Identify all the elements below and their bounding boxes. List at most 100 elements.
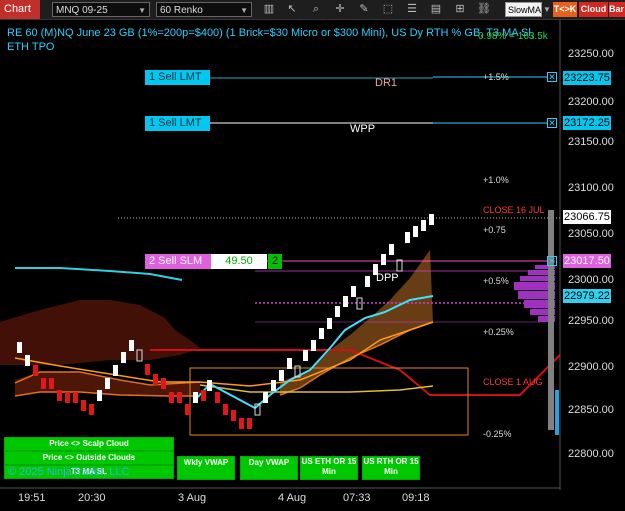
zoom-icon[interactable]: ⌕ — [309, 2, 323, 17]
renko-brick — [65, 392, 70, 403]
cancel-order-1-icon[interactable]: ✕ — [547, 72, 557, 82]
renko-brick — [169, 392, 174, 403]
close16-label: CLOSE 16 JUL — [483, 205, 545, 215]
renko-brick — [429, 214, 434, 225]
wpp-label: WPP — [350, 123, 376, 135]
renko-brick — [351, 286, 356, 297]
minus025-label: -0.25% — [483, 429, 512, 439]
stop-price-tag: 23017.50 — [563, 254, 611, 268]
renko-brick — [129, 340, 134, 351]
chart-subtitle: ETH TPO — [7, 41, 55, 53]
dr1-label: DR1 — [375, 77, 398, 89]
renko-brick — [113, 365, 118, 376]
stop-order-value[interactable]: 49.50 — [211, 254, 267, 269]
chart-title: RE 60 (M)NQ June 23 GB (1%=200p=$400) (1… — [7, 27, 534, 39]
bar-type-value: 60 Renko — [160, 5, 203, 16]
price-axis-label: 23050.00 — [568, 228, 614, 240]
bar-type-selector[interactable]: 60 Renko ▼ — [156, 2, 252, 17]
plus15-label: +1.5% — [483, 72, 509, 82]
chevron-down-icon: ▼ — [240, 6, 248, 15]
order-price-tag-1: 23223.75 — [563, 71, 611, 85]
renko-brick — [311, 340, 316, 351]
renko-brick — [33, 365, 38, 376]
cancel-order-3-icon[interactable]: ✕ — [547, 256, 557, 266]
renko-brick — [231, 410, 236, 421]
instrument-selector[interactable]: MNQ 09-25 ▼ — [52, 2, 150, 17]
tpo-range-box — [189, 367, 469, 436]
renko-brick — [161, 378, 166, 389]
pointer-icon[interactable]: ↖ — [285, 2, 299, 17]
crosshair-icon[interactable]: ✛ — [333, 2, 347, 17]
renko-brick — [17, 342, 22, 353]
strategies-icon[interactable]: ⊞ — [453, 2, 467, 17]
renko-brick — [319, 328, 324, 339]
renko-brick — [327, 318, 332, 329]
renko-brick — [421, 220, 426, 231]
bar-chart-icon[interactable]: ▥ — [262, 2, 276, 17]
renko-brick — [177, 392, 182, 403]
time-axis-label: 4 Aug — [278, 492, 307, 504]
price-axis-label: 23000.00 — [568, 274, 614, 286]
renko-brick — [279, 370, 284, 381]
indicator-selector[interactable]: SlowMA — [505, 2, 542, 17]
data-box-icon[interactable]: ▤ — [429, 2, 443, 17]
renko-brick — [49, 378, 54, 389]
renko-brick — [81, 400, 86, 411]
cancel-order-2-icon[interactable]: ✕ — [547, 118, 557, 128]
price-axis-label: 23250.00 — [568, 48, 614, 60]
renko-brick — [57, 390, 62, 401]
price-outside-clouds-button[interactable]: Price <> Outside Clouds — [4, 451, 174, 465]
drawing-tools-icon[interactable]: ⬚ — [381, 2, 395, 17]
volume-bar-blue — [555, 390, 559, 435]
wkly-vwap-button[interactable]: Wkly VWAP — [177, 456, 235, 480]
vwap-price-tag: 22979.22 — [563, 289, 611, 303]
price-axis-label: 22950.00 — [568, 315, 614, 327]
renko-brick — [89, 404, 94, 415]
sell-stop-order[interactable]: 2 Sell SLM — [145, 254, 211, 269]
close1-label: CLOSE 1 AUG — [483, 377, 543, 387]
us-rth-or-button[interactable]: US RTH OR 15 Min — [362, 456, 420, 480]
renko-brick — [365, 276, 370, 287]
time-axis-label: 3 Aug — [178, 492, 207, 504]
renko-brick — [389, 244, 394, 255]
stop-order-qty[interactable]: 2 — [268, 254, 282, 269]
time-axis-label: 09:18 — [402, 492, 430, 504]
sell-limit-order-2[interactable]: 1 Sell LMT — [145, 116, 210, 131]
cloud-toggle-button[interactable]: Cloud — [579, 2, 608, 17]
price-axis-label: 22850.00 — [568, 404, 614, 416]
renko-brick — [263, 392, 268, 403]
us-eth-or-button[interactable]: US ETH OR 15 Min — [300, 456, 358, 480]
renko-brick — [381, 254, 386, 265]
properties-icon[interactable]: ☰ — [405, 2, 419, 17]
renko-brick — [153, 374, 158, 385]
instrument-value: MNQ 09-25 — [56, 5, 108, 16]
renko-brick — [239, 418, 244, 429]
price-axis-label: 23150.00 — [568, 136, 614, 148]
chevron-down-icon[interactable]: ▼ — [543, 2, 551, 17]
day-vwap-button[interactable]: Day VWAP — [240, 456, 298, 480]
plus025-label: +0.25% — [483, 327, 514, 337]
tck-toggle-button[interactable]: T<>K — [553, 2, 577, 17]
chart-tab[interactable]: Chart — [0, 0, 40, 19]
pencil-icon[interactable]: ✎ — [357, 2, 371, 17]
order-price-tag-2: 23172.25 — [563, 116, 611, 130]
renko-brick — [97, 390, 102, 401]
bar-toggle-button[interactable]: Bar — [609, 2, 625, 17]
renko-brick — [247, 418, 252, 429]
slow-ma-line — [199, 384, 434, 393]
percent-readout: 0.98% = 163.5k — [478, 31, 548, 42]
chart-toolbar: Chart MNQ 09-25 ▼ 60 Renko ▼ ▥ ↖ ⌕ ✛ ✎ ⬚… — [0, 0, 625, 20]
renko-brick — [405, 232, 410, 243]
link-icon[interactable]: ⛓ — [477, 2, 491, 17]
cyan-ma-left — [15, 267, 183, 281]
renko-brick — [121, 352, 126, 363]
sell-limit-order-1[interactable]: 1 Sell LMT — [145, 70, 210, 85]
plus075-label: +0.75 — [483, 225, 506, 235]
indicator-value: SlowMA — [508, 5, 542, 15]
renko-brick — [396, 259, 403, 272]
renko-brick — [207, 380, 212, 391]
price-scalp-cloud-button[interactable]: Price <> Scalp Cloud — [4, 437, 174, 451]
plus05-label: +0.5% — [483, 276, 509, 286]
copyright-text: © 2025 NinjaTrader, LLC — [8, 466, 130, 478]
renko-brick — [271, 380, 276, 391]
